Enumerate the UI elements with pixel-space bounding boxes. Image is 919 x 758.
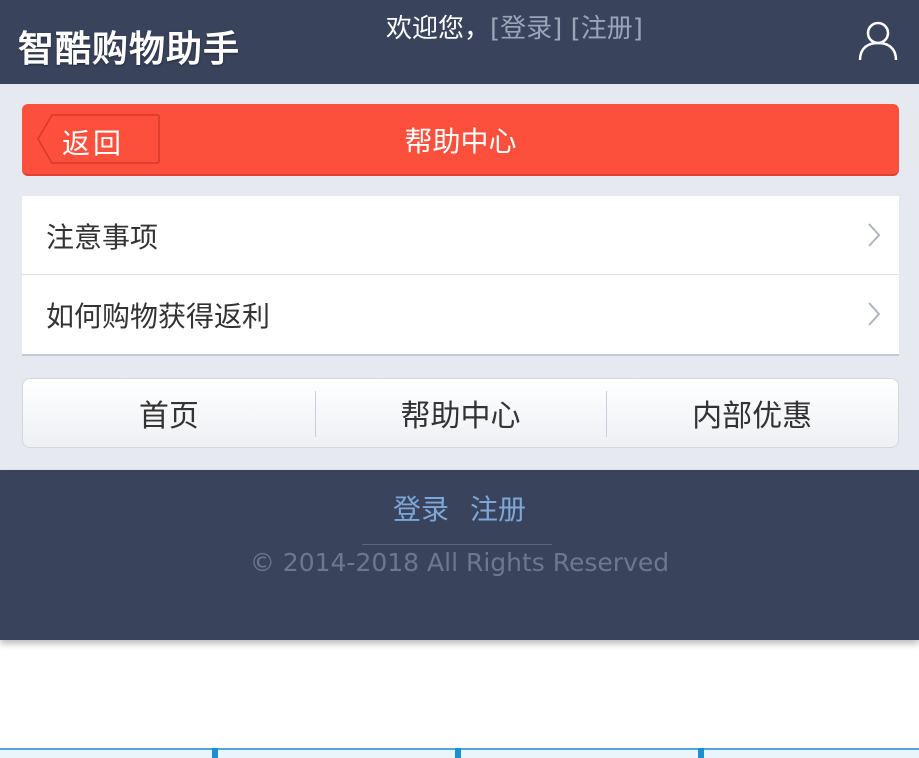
bottom-tab-separator: [698, 748, 704, 758]
welcome-text: 欢迎您，: [386, 14, 491, 44]
main-content: 帮助中心 返回 注意事项 如何购物获得返利 首页 帮助中心 内部优惠: [0, 84, 919, 470]
bottom-tab-separator: [212, 748, 218, 758]
copyright: © 2014-2018 All Rights Reserved: [249, 548, 670, 577]
user-icon[interactable]: [856, 18, 900, 62]
list-item-label: 注意事项: [46, 221, 159, 254]
page-title-bar: 帮助中心 返回: [22, 104, 899, 176]
nav-internal-deals[interactable]: 内部优惠: [606, 379, 898, 447]
header-register-link[interactable]: [注册]: [571, 14, 643, 44]
bottom-tab-separator: [455, 748, 461, 758]
app-logo: 智酷购物助手: [18, 29, 241, 70]
back-button-label: 返回: [62, 127, 125, 160]
header-login-link[interactable]: [登录]: [490, 14, 562, 44]
header: 智酷购物助手 欢迎您，[登录] [注册]: [0, 0, 919, 84]
chevron-right-icon: [868, 302, 881, 326]
footer-links: 登录 注册: [0, 488, 919, 528]
footer-divider: [362, 544, 552, 545]
bottom-nav: 首页 帮助中心 内部优惠: [22, 378, 899, 448]
help-list: 注意事项 如何购物获得返利: [22, 196, 899, 356]
list-item-rebate[interactable]: 如何购物获得返利: [22, 275, 899, 354]
footer-register-link[interactable]: 注册: [470, 493, 526, 526]
footer-login-link[interactable]: 登录: [393, 493, 449, 526]
nav-home[interactable]: 首页: [23, 379, 315, 447]
app: 智酷购物助手 欢迎您，[登录] [注册] 帮助中心 返回 注意事项 如何购物获得…: [0, 0, 919, 758]
list-item-notes[interactable]: 注意事项: [22, 196, 899, 275]
footer: 登录 注册 © 2014-2018 All Rights Reserved: [0, 470, 919, 640]
back-button[interactable]: 返回: [36, 114, 160, 164]
chevron-right-icon: [868, 223, 881, 247]
nav-help-center[interactable]: 帮助中心: [314, 379, 607, 447]
list-item-label: 如何购物获得返利: [46, 300, 271, 333]
welcome-bar: 欢迎您，[登录] [注册]: [386, 8, 643, 45]
